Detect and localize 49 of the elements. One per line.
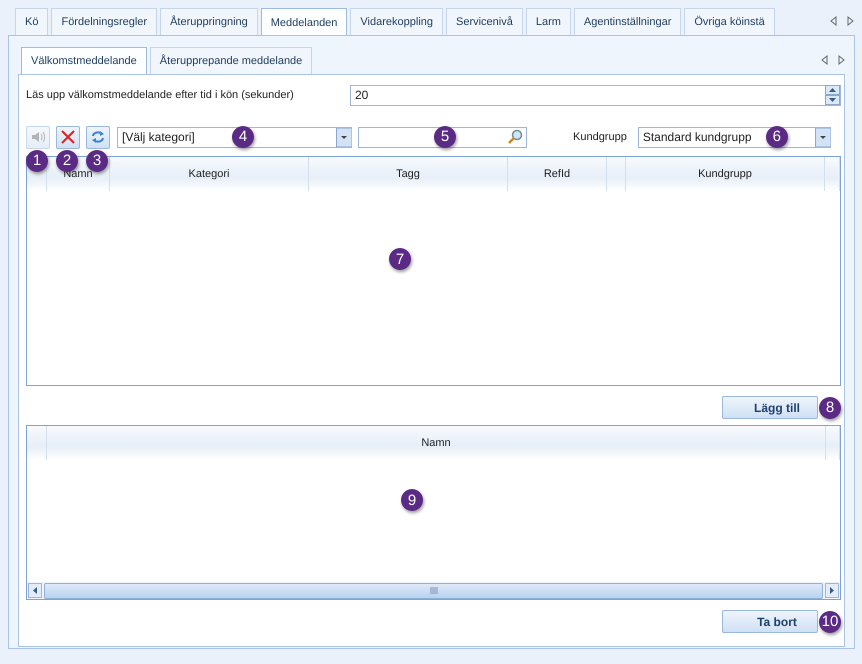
callout-badge: 6 (766, 126, 788, 148)
add-button[interactable]: Lägg till (722, 396, 818, 419)
tab[interactable]: Fördelningsregler (51, 8, 158, 35)
scroll-left-icon[interactable] (821, 54, 829, 64)
tab[interactable]: Servicenivå (446, 8, 523, 35)
customer-group-label: Kundgrupp (573, 131, 627, 143)
tab[interactable]: Återupprepande meddelande (150, 46, 312, 74)
remove-button[interactable]: Ta bort (722, 610, 818, 633)
tab[interactable]: Agentinställningar (574, 8, 682, 35)
column-header[interactable]: RefId (544, 168, 570, 180)
category-dropdown[interactable]: [Välj kategori] 4 (117, 126, 352, 148)
tab[interactable]: Välkomstmeddelande (21, 46, 147, 74)
delay-label: Läs upp välkomstmeddelande efter tid i kön (sekunder) (26, 89, 295, 101)
search-field[interactable]: 5 (358, 126, 527, 148)
callout-badge: 10 (819, 610, 841, 632)
scroll-right-icon[interactable] (837, 54, 845, 64)
column-header[interactable]: Tagg (396, 168, 420, 180)
scroll-right-icon[interactable] (825, 583, 839, 598)
callout-badge: 1 (26, 150, 48, 172)
callout-badge: 9 (401, 489, 423, 511)
callout-badge: 2 (56, 150, 78, 172)
column-header[interactable]: Namn (421, 437, 451, 449)
tab[interactable]: Kö (15, 8, 48, 35)
column-header[interactable]: Kategori (188, 168, 230, 180)
callout-badge: 3 (86, 150, 108, 172)
tab[interactable]: Vidarekoppling (350, 8, 443, 35)
speaker-icon (31, 131, 45, 143)
spinner-arrows-icon[interactable] (825, 85, 840, 105)
callout-badge: 7 (389, 248, 411, 270)
search-icon[interactable] (507, 129, 523, 145)
dropdown-arrow-icon[interactable] (814, 128, 831, 146)
scroll-left-icon[interactable] (28, 583, 42, 598)
delay-spinner[interactable]: 20 (350, 84, 841, 106)
tab[interactable]: Återuppringning (160, 8, 258, 35)
refresh-button[interactable] (86, 126, 110, 148)
refresh-icon (90, 130, 106, 144)
customer-group-dropdown[interactable]: Standard kundgrupp 6 (638, 126, 831, 148)
tab[interactable]: Övriga köinstä (684, 8, 775, 35)
column-header[interactable]: Kundgrupp (698, 168, 752, 180)
dropdown-arrow-icon[interactable] (336, 128, 352, 146)
scroll-right-icon[interactable] (846, 16, 854, 26)
tab[interactable]: Larm (526, 8, 571, 35)
callout-badge: 8 (819, 396, 841, 418)
scroll-left-icon[interactable] (830, 16, 838, 26)
callout-badge: 4 (232, 126, 254, 148)
delete-button[interactable] (56, 126, 80, 148)
delete-icon (61, 130, 75, 144)
callout-badge: 5 (434, 126, 456, 148)
tab[interactable]: Meddelanden (260, 8, 348, 35)
